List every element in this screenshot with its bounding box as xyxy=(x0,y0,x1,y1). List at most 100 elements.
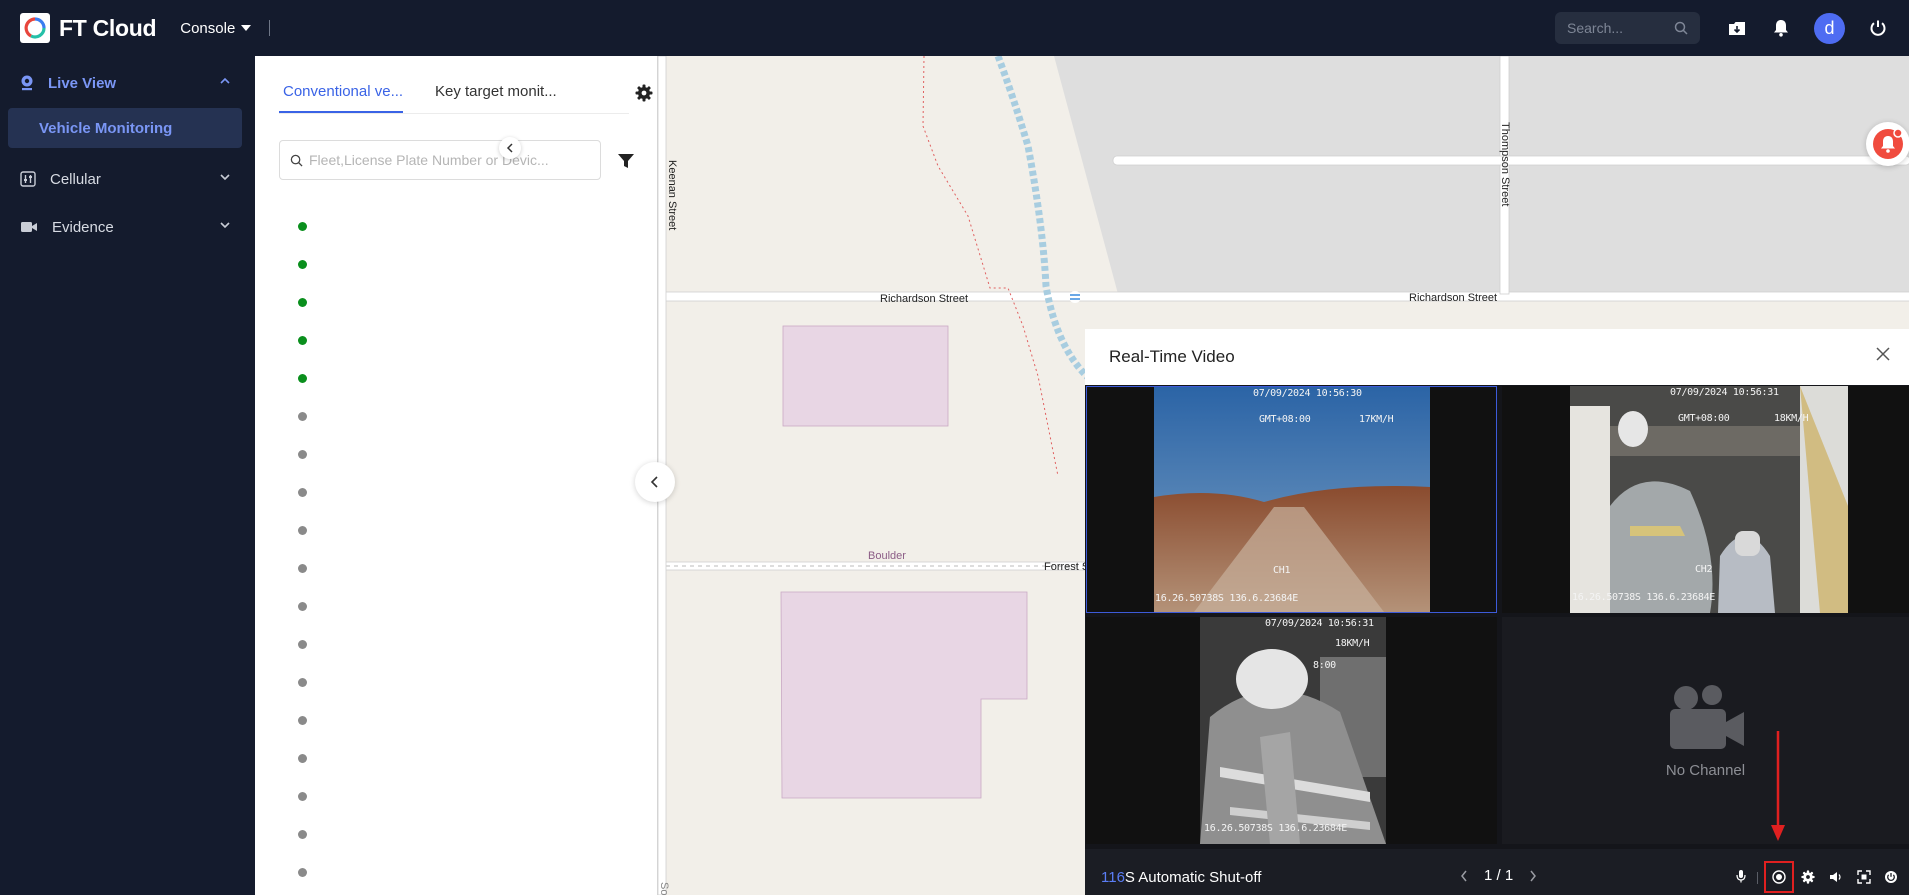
alarm-button[interactable] xyxy=(1866,122,1909,166)
vehicle-status-dot[interactable] xyxy=(298,526,307,535)
osd-timezone: GMT+08:00 xyxy=(1259,414,1311,425)
sidebar-item-evidence[interactable]: Evidence xyxy=(20,215,230,239)
vehicle-status-dot[interactable] xyxy=(298,868,307,877)
osd-timezone: GMT+08:00 xyxy=(1678,413,1730,424)
vehicle-status-dot[interactable] xyxy=(298,564,307,573)
osd-date: 07/09/2024 10:56:31 xyxy=(1670,387,1779,398)
filter-icon[interactable] xyxy=(617,153,635,170)
vehicle-status-dot[interactable] xyxy=(298,678,307,687)
cellular-icon xyxy=(20,171,36,187)
vehicle-status-dot[interactable] xyxy=(298,222,307,231)
vehicle-name: S Automatic Shut-off xyxy=(1124,869,1262,886)
vehicle-status-dot[interactable] xyxy=(298,640,307,649)
next-page-icon[interactable] xyxy=(1529,870,1537,882)
vehicle-status-dot[interactable] xyxy=(298,792,307,801)
camera-icon xyxy=(21,75,33,91)
download-icon[interactable] xyxy=(1726,17,1748,39)
road-horizontal-minor xyxy=(1112,155,1909,166)
ch3-feed-image xyxy=(1200,617,1386,844)
chevron-left-icon xyxy=(506,143,513,153)
prev-page-icon[interactable] xyxy=(1460,870,1468,882)
video-channel-3[interactable]: 07/09/2024 10:56:31 18KM/H 8:00 16.26.50… xyxy=(1086,617,1497,844)
topbar-divider xyxy=(269,20,271,36)
power-off-icon[interactable] xyxy=(1884,870,1898,884)
bell-icon[interactable] xyxy=(1770,17,1792,39)
gear-icon[interactable] xyxy=(635,84,653,102)
close-icon[interactable] xyxy=(1875,346,1891,362)
toggle-panel-button[interactable] xyxy=(635,462,675,502)
vehicle-status-dot[interactable] xyxy=(298,412,307,421)
fullscreen-icon[interactable] xyxy=(1857,870,1871,884)
volume-icon[interactable] xyxy=(1829,870,1843,884)
vehicle-status-dot[interactable] xyxy=(298,602,307,611)
video-channel-2[interactable]: 07/09/2024 10:56:31 GMT+08:00 18KM/H CH2… xyxy=(1502,386,1909,613)
vehicle-status-dot[interactable] xyxy=(298,716,307,725)
global-search[interactable]: Search... xyxy=(1555,12,1700,44)
microphone-icon[interactable] xyxy=(1736,869,1746,883)
parcel-2 xyxy=(780,591,1028,799)
street-label: Richardson Street xyxy=(880,293,969,305)
video-footer: 116S Automatic Shut-off 1 / 1 xyxy=(1085,849,1909,895)
annotation-arrow-icon xyxy=(1771,731,1785,841)
vehicle-status-dot[interactable] xyxy=(298,374,307,383)
vehicle-status-dot[interactable] xyxy=(298,488,307,497)
osd-date: 07/09/2024 10:56:30 xyxy=(1253,388,1362,399)
sidebar: Live View Vehicle Monitoring Cellular Ev… xyxy=(0,56,255,895)
chevron-left-icon xyxy=(650,476,658,488)
ft-cloud-logo-icon xyxy=(20,13,50,43)
chevron-up-icon xyxy=(220,77,230,84)
osd-timezone: 8:00 xyxy=(1313,660,1336,671)
vehicle-search-input-wrapper[interactable] xyxy=(279,140,601,180)
street-label: Thompson Street xyxy=(1499,122,1511,207)
vehicle-status-dot[interactable] xyxy=(298,298,307,307)
osd-speed: 18KM/H xyxy=(1774,413,1809,424)
evidence-video-icon xyxy=(21,222,37,232)
osd-channel-label: CH2 xyxy=(1695,564,1713,575)
osd-date: 07/09/2024 10:56:31 xyxy=(1265,618,1374,629)
caret-down-icon xyxy=(241,25,252,31)
osd-gps: 16.26.50738S 136.6.23684E xyxy=(1572,592,1716,603)
video-channel-4[interactable]: No Channel xyxy=(1502,617,1909,844)
settings-icon[interactable] xyxy=(1801,870,1815,884)
chevron-down-icon xyxy=(220,174,230,181)
no-channel-placeholder: No Channel xyxy=(1502,617,1909,844)
power-icon[interactable] xyxy=(1867,17,1889,39)
global-search-placeholder: Search... xyxy=(1567,20,1624,36)
vehicle-status-dot[interactable] xyxy=(298,260,307,269)
osd-gps: 16.26.50738S 136.6.23684E xyxy=(1204,823,1348,834)
sidebar-subitem-label: Vehicle Monitoring xyxy=(39,119,173,137)
sidebar-item-live-view[interactable]: Live View xyxy=(20,71,230,95)
vehicle-code: 116 xyxy=(1101,869,1125,886)
search-icon xyxy=(1674,21,1688,35)
sidebar-subitem-vehicle-monitoring[interactable]: Vehicle Monitoring xyxy=(8,108,242,148)
vehicle-panel: Conventional ve... Key target monit... xyxy=(255,56,657,895)
street-label: Richardson Street xyxy=(1409,292,1498,304)
osd-gps: 16.26.50738S 136.6.23684E xyxy=(1155,593,1299,604)
app-name: FT Cloud xyxy=(59,14,157,41)
console-dropdown[interactable]: Console xyxy=(180,19,252,37)
vehicle-status-dot[interactable] xyxy=(298,830,307,839)
top-bar: FT Cloud Console Search... d xyxy=(0,0,1909,56)
parcel-1 xyxy=(782,325,949,427)
video-channel-1[interactable]: 07/09/2024 10:56:30 GMT+08:00 17KM/H CH1… xyxy=(1086,386,1497,613)
record-icon[interactable] xyxy=(1772,870,1786,884)
osd-channel-label: CH1 xyxy=(1273,565,1291,576)
collapse-sidebar-button[interactable] xyxy=(499,137,521,159)
vehicle-status-dot[interactable] xyxy=(298,336,307,345)
sidebar-item-cellular[interactable]: Cellular xyxy=(20,167,230,191)
video-header: Real-Time Video xyxy=(1085,329,1909,385)
street-label: Forrest S xyxy=(1044,561,1090,573)
app-logo[interactable]: FT Cloud xyxy=(20,13,157,43)
vehicle-status-dot[interactable] xyxy=(298,754,307,763)
osd-speed: 17KM/H xyxy=(1359,414,1394,425)
tab-key-target-monitoring[interactable]: Key target monit... xyxy=(435,83,557,100)
tab-conventional-vehicles[interactable]: Conventional ve... xyxy=(283,83,403,100)
console-label: Console xyxy=(180,19,236,37)
user-avatar[interactable]: d xyxy=(1814,12,1845,44)
sidebar-item-label: Live View xyxy=(48,74,117,92)
footer-divider xyxy=(1757,872,1758,884)
chevron-down-icon xyxy=(220,222,230,229)
vehicle-search-input[interactable] xyxy=(309,152,579,168)
vehicle-status-dot[interactable] xyxy=(298,450,307,459)
place-label: Boulder xyxy=(868,550,906,562)
